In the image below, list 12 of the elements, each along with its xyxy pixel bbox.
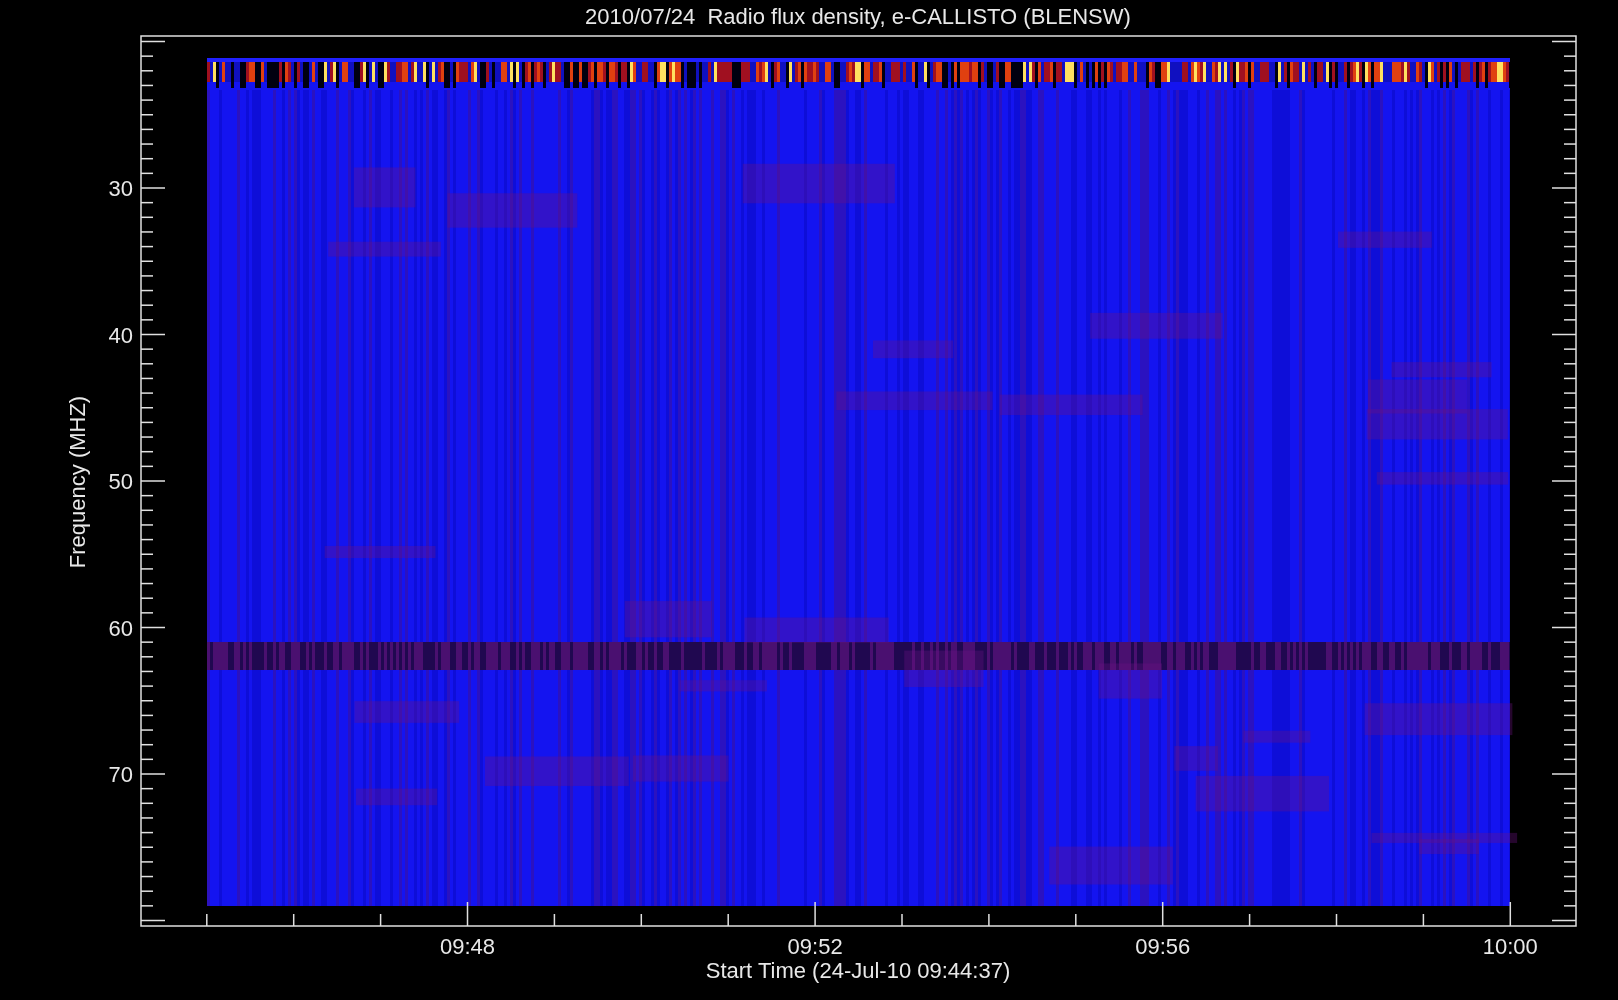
y-tick-label: 40: [108, 322, 133, 348]
y-axis-label: Frequency (MHZ): [65, 395, 90, 569]
chart-title: 2010/07/24 Radio flux density, e-CALLISTO (BLENSW): [585, 4, 1131, 29]
x-tick-label: 10:00: [1482, 934, 1538, 959]
y-tick-label: 70: [108, 762, 133, 787]
y-tick-label: 60: [108, 615, 133, 641]
x-tick-label: 09:56: [1135, 934, 1191, 959]
x-tick-label: 09:48: [439, 934, 496, 959]
y-tick-label: 30: [108, 176, 133, 201]
x-axis-label: Start Time (24-Jul-10 09:44:37): [705, 958, 1011, 983]
y-tick-label: 50: [108, 469, 133, 494]
x-tick-label: 09:52: [787, 934, 843, 959]
